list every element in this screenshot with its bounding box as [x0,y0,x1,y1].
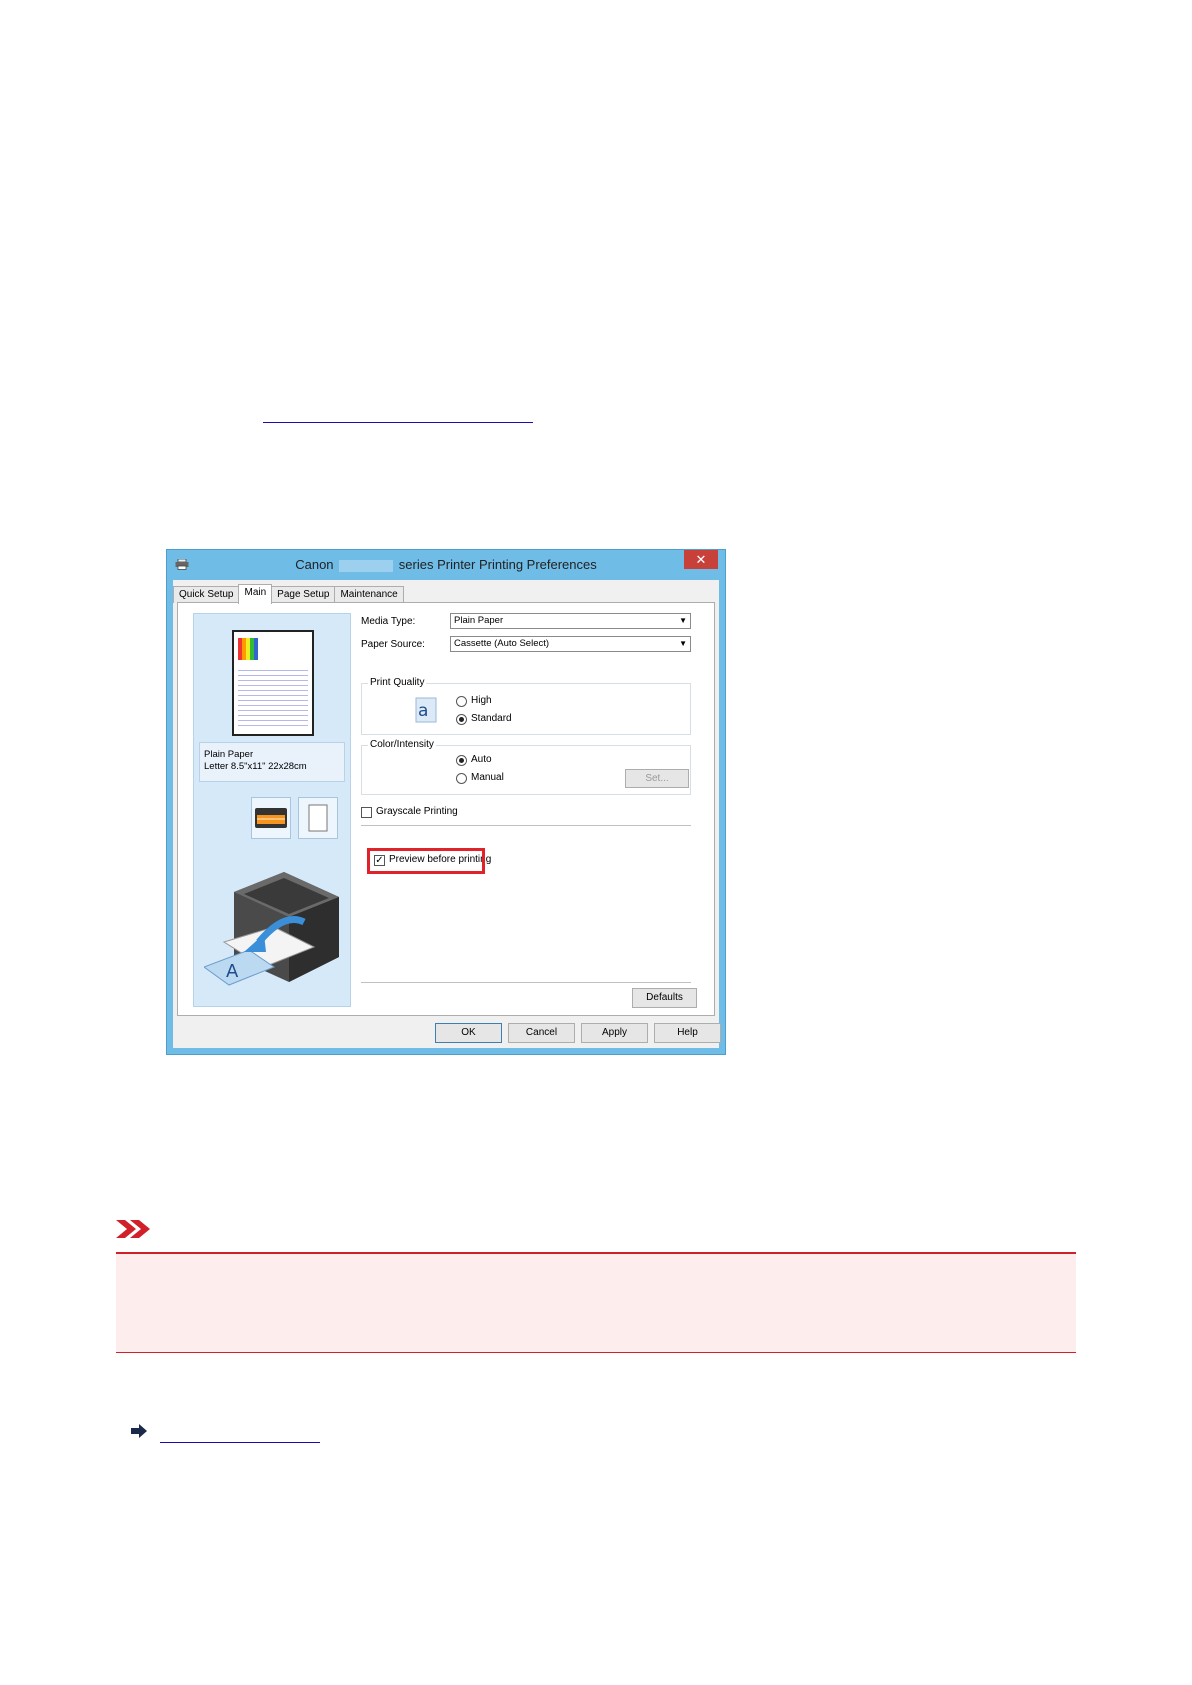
color-bars [238,638,258,660]
section-divider [361,825,691,826]
chevron-down-icon: ▼ [679,639,687,648]
ok-button[interactable]: OK [435,1023,502,1043]
help-button[interactable]: Help [654,1023,721,1043]
print-quality-group-label: Print Quality [368,677,427,688]
color-auto-label[interactable]: Auto [471,754,492,765]
color-intensity-group-label: Color/Intensity [368,739,436,750]
chevron-down-icon: ▼ [679,616,687,625]
color-manual-label[interactable]: Manual [471,772,504,783]
svg-text:a: a [418,701,428,721]
media-type-select[interactable]: Plain Paper ▼ [450,613,691,629]
paper-source-label: Paper Source: [361,639,425,650]
important-note-box [116,1252,1076,1353]
print-quality-icon: a [415,697,437,723]
media-type-info: Plain Paper [204,749,254,760]
document-link[interactable] [263,402,533,423]
close-icon: ✕ [695,552,707,567]
close-button[interactable]: ✕ [684,550,718,569]
media-info-box: Plain Paper Letter 8.5"x11" 22x28cm [199,742,345,782]
grayscale-label[interactable]: Grayscale Printing [376,806,458,817]
cancel-button[interactable]: Cancel [508,1023,575,1043]
title-bar[interactable]: Canon series Printer Printing Preference… [167,550,725,580]
paper-source-value: Cassette (Auto Select) [454,638,550,649]
window-title: Canon series Printer Printing Preference… [167,557,725,572]
quality-standard-radio[interactable] [456,714,467,725]
text-lines [238,666,308,726]
paper-size-info: Letter 8.5"x11" 22x28cm [204,761,307,772]
tab-main[interactable]: Main [238,584,273,604]
title-suffix: series Printer Printing Preferences [398,557,597,572]
quality-high-radio[interactable] [456,696,467,707]
paper-orientation-icon[interactable] [298,797,338,839]
main-tab-panel: Plain Paper Letter 8.5"x11" 22x28cm A Me… [177,602,715,1016]
media-type-value: Plain Paper [454,615,504,626]
related-topic-link[interactable] [160,1422,320,1443]
dialog-client-area: Quick Setup Main Page Setup Maintenance … [173,580,721,1048]
bottom-divider [361,982,691,983]
color-auto-radio[interactable] [456,755,467,766]
redacted-model-name [339,559,394,572]
svg-text:A: A [226,961,239,982]
defaults-button[interactable]: Defaults [632,988,697,1008]
print-quality-group: Print Quality a High Standard [361,677,691,735]
settings-preview-pane: Plain Paper Letter 8.5"x11" 22x28cm A [193,613,351,1007]
printer-illustration-icon: A [204,872,339,986]
apply-button[interactable]: Apply [581,1023,648,1043]
quality-standard-label[interactable]: Standard [471,713,512,724]
paper-preview-image [232,630,314,736]
color-manual-radio[interactable] [456,773,467,784]
arrow-right-icon [131,1424,147,1438]
media-type-label: Media Type: [361,616,416,627]
important-double-chevron-icon [116,1220,150,1238]
tab-strip: Quick Setup Main Page Setup Maintenance [173,584,404,604]
grayscale-checkbox[interactable] [361,807,372,818]
highlight-frame [367,848,485,874]
tab-maintenance[interactable]: Maintenance [334,586,404,603]
quality-high-label[interactable]: High [471,695,492,706]
tab-quick-setup[interactable]: Quick Setup [173,586,240,603]
paper-source-select[interactable]: Cassette (Auto Select) ▼ [450,636,691,652]
color-intensity-group: Color/Intensity Auto Manual Set... [361,739,691,795]
tab-page-setup[interactable]: Page Setup [271,586,336,603]
printing-preferences-dialog: Canon series Printer Printing Preference… [166,549,726,1055]
set-button[interactable]: Set... [625,769,689,788]
cassette-tray-icon[interactable] [251,797,291,839]
title-prefix: Canon [295,557,334,572]
